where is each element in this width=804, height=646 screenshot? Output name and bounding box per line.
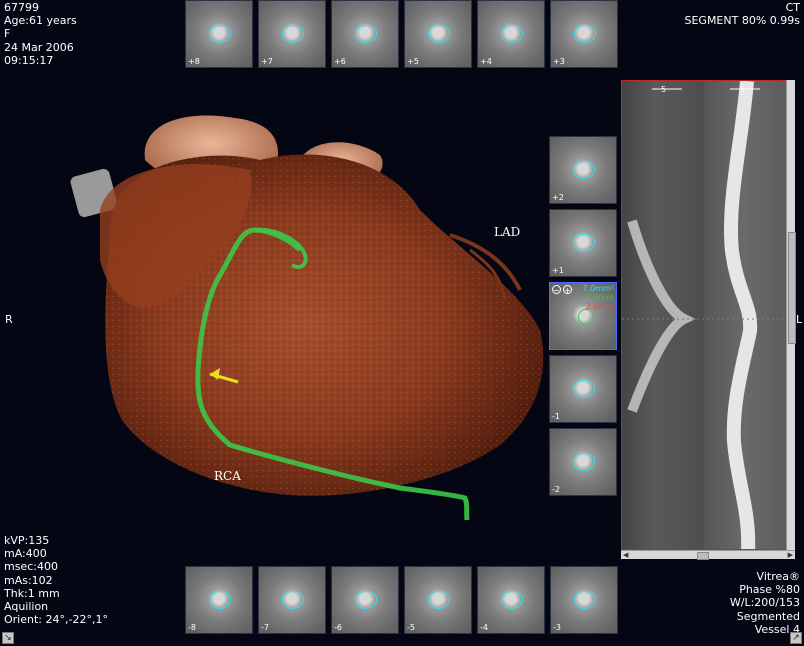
rca-label: RCA — [214, 469, 241, 483]
msec: msec:400 — [4, 560, 58, 574]
patient-sex: F — [4, 27, 11, 41]
cross-section-thumbnail[interactable]: +6 — [331, 0, 399, 68]
cross-section-thumbnail[interactable]: -3 — [550, 566, 618, 634]
thumbnail-offset: -1 — [552, 412, 560, 421]
thumbnail-offset: +6 — [334, 57, 346, 66]
window-level: W/L:200/153 — [729, 596, 800, 610]
thumbnail-offset: +8 — [188, 57, 200, 66]
kvp: kVP:135 — [4, 534, 50, 547]
cross-section-thumbnail[interactable]: -4 — [477, 566, 545, 634]
cross-section-thumbnail[interactable]: -8 — [185, 566, 253, 634]
resize-corner-icon[interactable]: ↘ — [2, 632, 14, 644]
zoom-out-button[interactable]: − — [552, 285, 561, 295]
scale-marker-left: 5 — [661, 85, 667, 94]
cross-section-thumbnail[interactable]: -2 — [549, 428, 617, 496]
max-diameter: 2.6mm — [585, 302, 614, 311]
curved-view-vertical-scrollbar[interactable] — [786, 80, 796, 550]
thumbnail-offset: +3 — [553, 57, 565, 66]
acquisition-info: kVP:135 mA:400 msec:400 mAs:102 Thk:1 mm… — [4, 534, 108, 626]
cross-section-thumbnail[interactable]: +3 — [550, 0, 618, 68]
curved-view-horizontal-scrollbar[interactable]: ◀ ▶ — [621, 550, 795, 560]
segment-info: SEGMENT 80% 0.99s — [684, 14, 800, 28]
slice-thickness: Thk:1 mm — [4, 586, 60, 600]
thumbnail-offset: -8 — [188, 623, 196, 632]
render-mode: Segmented — [736, 609, 800, 623]
thumbnail-offset: -4 — [480, 623, 488, 632]
lad-label: LAD — [494, 225, 521, 239]
study-date: 24 Mar 2006 — [4, 40, 74, 54]
thumbnail-offset: -7 — [261, 623, 269, 632]
vessel-straightened-render — [622, 81, 794, 549]
lumen-area: 7.0mm² — [582, 284, 614, 293]
software-name: Vitrea® — [756, 570, 800, 583]
cross-section-thumbnail[interactable]: +1 — [549, 209, 617, 277]
expand-corner-icon[interactable]: ↗ — [790, 632, 802, 644]
zoom-in-button[interactable]: + — [563, 285, 572, 295]
phase: Phase %80 — [739, 583, 800, 597]
cross-section-thumbnail[interactable]: +5 — [404, 0, 472, 68]
cross-section-thumbnail[interactable]: +7 — [258, 0, 326, 68]
thumbnail-offset: +4 — [480, 57, 492, 66]
thumbnail-offset: +2 — [552, 193, 564, 202]
software-info: Vitrea® Phase %80 W/L:200/153 Segmented … — [730, 570, 800, 636]
orientation-angles: Orient: 24°,-22°,1° — [4, 613, 108, 627]
scrollbar-thumb[interactable] — [697, 552, 709, 560]
patient-id: 67799 — [4, 1, 39, 14]
vessel-measurements: 7.0mm² 3.0mm 2.6mm — [582, 284, 614, 311]
cross-section-thumbnail[interactable]: +4 — [477, 0, 545, 68]
modality: CT — [785, 1, 800, 14]
scroll-right-icon[interactable]: ▶ — [788, 551, 793, 559]
cross-section-thumbnail[interactable]: +2 — [549, 136, 617, 204]
thumbnail-offset: -5 — [407, 623, 415, 632]
cross-section-thumbnail[interactable]: -1 — [549, 355, 617, 423]
scanner-name: Aquilion — [4, 599, 49, 613]
thumbnail-offset: -6 — [334, 623, 342, 632]
cross-section-thumbnail[interactable]: -5 — [404, 566, 472, 634]
scale-marker-right: 5 — [740, 85, 746, 94]
thumbnail-offset: +1 — [552, 266, 564, 275]
patient-info: 67799 Age:61 years F 24 Mar 2006 09:15:1… — [4, 1, 77, 67]
patient-age: Age:61 years — [4, 14, 77, 28]
orientation-left-marker: L — [796, 313, 803, 326]
scrollbar-thumb[interactable] — [788, 232, 796, 344]
ma: mA:400 — [4, 547, 47, 561]
thumbnail-offset: -2 — [552, 485, 560, 494]
orientation-right-marker: R — [5, 313, 13, 326]
min-diameter: 3.0mm — [585, 293, 614, 302]
cross-section-thumbnail[interactable]: -6 — [331, 566, 399, 634]
study-time: 09:15:17 — [4, 53, 54, 67]
thumbnail-offset: +7 — [261, 57, 273, 66]
mas: mAs:102 — [4, 573, 53, 587]
thumbnail-offset: +5 — [407, 57, 419, 66]
cross-section-thumbnail[interactable]: -7 — [258, 566, 326, 634]
scroll-left-icon[interactable]: ◀ — [623, 551, 628, 559]
heart-3d-render[interactable] — [60, 100, 560, 530]
thumbnail-offset: -3 — [553, 623, 561, 632]
cross-section-thumbnail[interactable]: +8 — [185, 0, 253, 68]
study-info: CT SEGMENT 80% 0.99s — [684, 1, 800, 27]
selected-cross-section[interactable]: − + 7.0mm² 3.0mm 2.6mm — [549, 282, 617, 350]
curved-reformat-view[interactable]: 5 5 — [621, 80, 795, 550]
